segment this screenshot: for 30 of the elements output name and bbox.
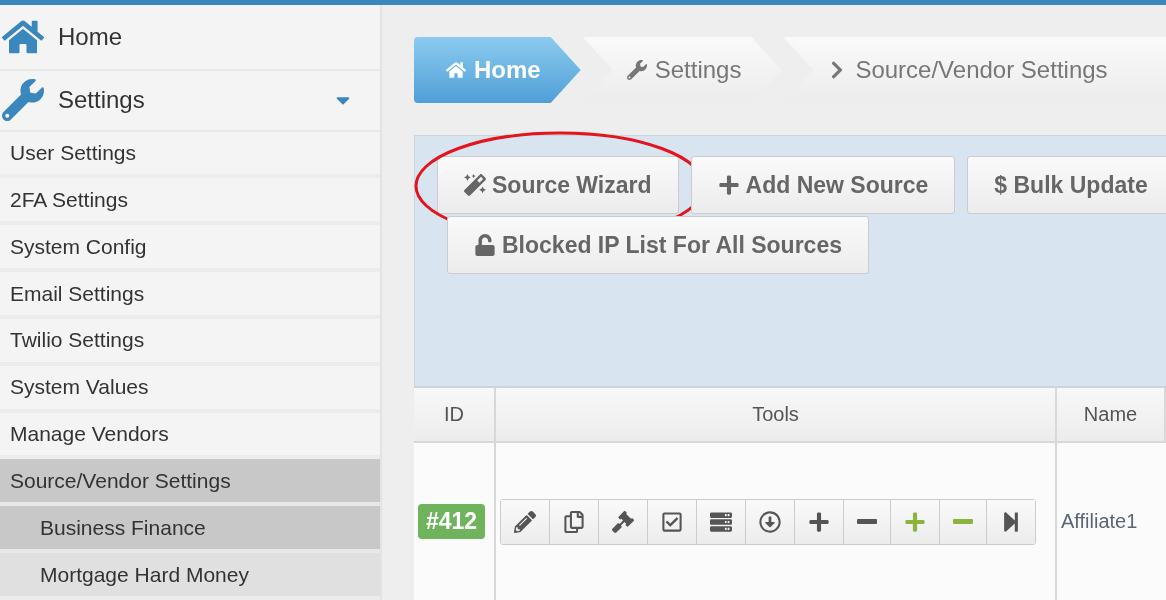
plus-icon xyxy=(717,174,740,196)
tool-button[interactable] xyxy=(648,499,697,544)
tool-button[interactable] xyxy=(746,499,795,544)
wrench-icon xyxy=(626,60,647,80)
home-icon xyxy=(446,60,466,80)
toolbar-button[interactable]: Blocked IP List For All Sources xyxy=(447,216,869,274)
column-header: Tools xyxy=(496,388,1057,443)
toolbar-button[interactable]: Source Wizard xyxy=(437,156,679,214)
id-badge: #412 xyxy=(418,504,486,539)
wrench-icon xyxy=(2,79,44,122)
magic-wand-icon xyxy=(464,174,486,196)
sidebar-item[interactable]: Source/Vendor Settings xyxy=(0,459,380,507)
tool-button[interactable] xyxy=(987,499,1035,544)
tool-button[interactable] xyxy=(795,499,844,544)
tool-button[interactable] xyxy=(844,499,891,544)
sidebar-item[interactable]: Business Finance xyxy=(0,506,380,554)
nav-label: Home xyxy=(58,23,123,52)
tool-button[interactable] xyxy=(697,499,746,544)
sidebar-item[interactable]: Mortgage Hard Money xyxy=(0,553,380,600)
sidebar-nav-item[interactable]: Home xyxy=(0,5,380,72)
column-header: Name xyxy=(1057,388,1166,443)
tool-button[interactable] xyxy=(550,499,599,544)
nav-label: Settings xyxy=(58,86,145,115)
toolbar-button[interactable]: $ Bulk Update xyxy=(967,156,1166,214)
tool-button[interactable] xyxy=(501,499,550,544)
unlock-icon xyxy=(474,234,496,256)
toolbar-button[interactable]: Add New Source xyxy=(690,156,956,214)
column-header: ID xyxy=(414,388,496,443)
table-cell: Affiliate1 xyxy=(1061,510,1138,533)
tool-button[interactable] xyxy=(599,499,648,544)
